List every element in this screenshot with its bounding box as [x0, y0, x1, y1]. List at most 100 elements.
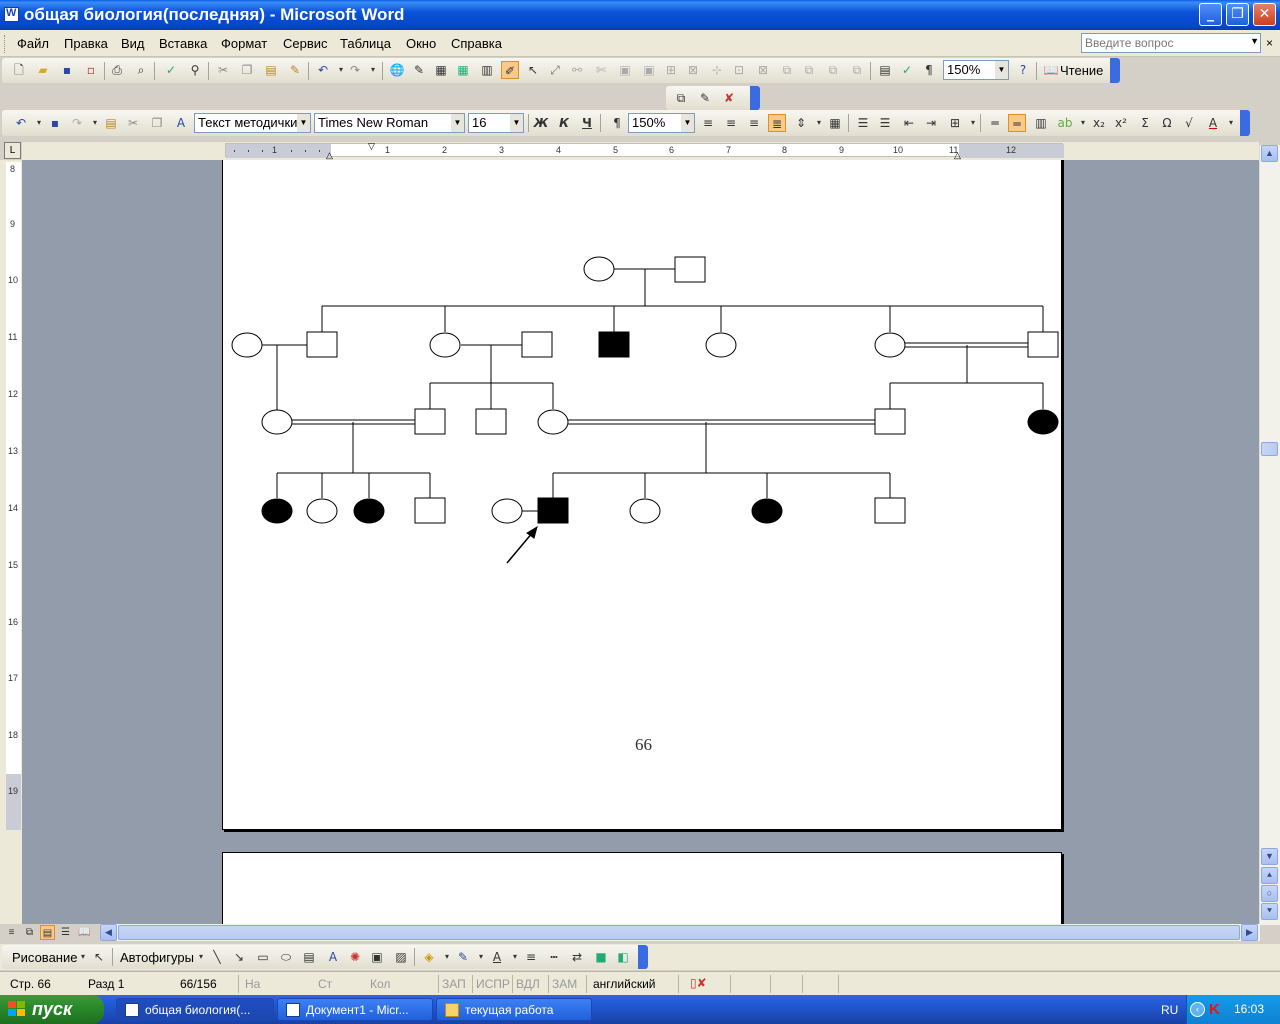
format-painter-icon[interactable]: ✎ [286, 61, 304, 79]
hyperlink-icon[interactable]: 🌐 [388, 61, 406, 79]
sum-icon[interactable]: Σ [1136, 114, 1154, 132]
columns-icon[interactable]: ▥ [478, 61, 496, 79]
rectangle-tool-icon[interactable]: ▭ [254, 948, 272, 966]
reading-view-icon[interactable]: 📖 [77, 925, 92, 940]
shape-tool-icon[interactable]: ✄ [592, 61, 610, 79]
line-weight-icon[interactable]: ═ [1008, 114, 1026, 132]
increase-indent-icon[interactable]: ⇥ [922, 114, 940, 132]
style-combo[interactable]: Текст методички ▼ [194, 113, 311, 133]
scroll-right-button[interactable]: ▶ [1241, 924, 1258, 941]
taskbar-item-word-active[interactable]: общая биология(... [116, 998, 274, 1021]
align-right-icon[interactable]: ≡ [745, 114, 763, 132]
autoshapes-menu-button[interactable]: Автофигуры [120, 950, 194, 965]
underline-button[interactable]: Ч [578, 114, 596, 132]
shape-tool-icon[interactable]: ⊡ [730, 61, 748, 79]
line-style-icon[interactable]: ≡ [522, 948, 540, 966]
document-area[interactable]: 66 [22, 160, 1259, 924]
chevron-down-icon[interactable]: ▾ [1222, 114, 1240, 132]
scroll-left-button[interactable]: ◀ [100, 924, 117, 941]
oval-tool-icon[interactable]: ⬭ [277, 948, 295, 966]
line-spacing-icon[interactable]: ⇕ [792, 114, 810, 132]
shape-tool-icon[interactable]: ⧉ [848, 61, 866, 79]
horizontal-scrollbar[interactable]: ◀ ▶ [100, 924, 1260, 941]
language-indicator[interactable]: RU [1161, 1003, 1178, 1017]
antivirus-icon[interactable]: K [1209, 1001, 1220, 1018]
line-color-icon[interactable]: ✎ [454, 948, 472, 966]
taskbar-item-folder[interactable]: текущая работа [436, 998, 592, 1021]
3d-style-icon[interactable]: ◧ [614, 948, 632, 966]
chevron-down-icon[interactable]: ▼ [297, 114, 310, 132]
font-color-icon[interactable]: A [1204, 114, 1222, 132]
fill-color-icon[interactable]: ◈ [420, 948, 438, 966]
save-icon[interactable]: ▪ [58, 61, 76, 79]
chevron-down-icon[interactable]: ▼ [451, 114, 464, 132]
line-style-icon[interactable]: ═ [986, 114, 1004, 132]
next-page[interactable] [222, 852, 1062, 924]
bullets-icon[interactable]: ☰ [876, 114, 894, 132]
status-ovr[interactable]: ЗАМ [552, 977, 577, 991]
page[interactable]: 66 [222, 160, 1062, 830]
shape-tool-icon[interactable]: ⧉ [778, 61, 796, 79]
columns-icon[interactable]: ▥ [1032, 114, 1050, 132]
font-color-icon[interactable]: A [488, 948, 506, 966]
font-size-combo[interactable]: 16 ▼ [468, 113, 524, 133]
zoom-combo[interactable]: 150% ▼ [943, 60, 1009, 80]
arrow-style-icon[interactable]: ⇄ [568, 948, 586, 966]
tables-borders-icon[interactable]: ✎ [410, 61, 428, 79]
scroll-up-button[interactable]: ▲ [1261, 145, 1278, 162]
menu-format[interactable]: Формат [221, 36, 267, 51]
spelling-icon[interactable]: ✓ [162, 61, 180, 79]
shape-tool-icon[interactable]: ▣ [640, 61, 658, 79]
menu-file[interactable]: Файл [17, 36, 49, 51]
copy-icon[interactable]: ❐ [238, 61, 256, 79]
toolbar-options-button[interactable] [750, 86, 760, 110]
zoom-combo[interactable]: 150% ▼ [628, 113, 695, 133]
cut-icon[interactable]: ✂ [214, 61, 232, 79]
drawing-icon[interactable]: ✐ [501, 61, 519, 79]
print-preview-icon[interactable]: ⌕ [132, 61, 150, 79]
close-button[interactable]: ✕ [1253, 3, 1276, 26]
research-icon[interactable]: ⚲ [186, 61, 204, 79]
shape-tool-icon[interactable]: ⊞ [662, 61, 680, 79]
text-box-icon[interactable]: ▤ [300, 948, 318, 966]
vertical-ruler[interactable]: 8 9 10 11 12 13 14 15 16 17 18 19 [6, 162, 21, 830]
help-icon[interactable]: ? [1014, 61, 1032, 79]
cut-icon[interactable]: ✂ [124, 114, 142, 132]
borders-icon[interactable]: ⊞ [946, 114, 964, 132]
chevron-down-icon[interactable]: ▼ [995, 61, 1008, 79]
select-objects-icon[interactable]: ↖ [90, 948, 108, 966]
print-layout-icon[interactable]: ▤ [40, 925, 55, 940]
drawing-menu-button[interactable]: Рисование [12, 950, 77, 965]
undo-icon[interactable]: ↶ [314, 61, 332, 79]
show-formatting-icon[interactable]: ¶ [920, 61, 938, 79]
shape-tool-icon[interactable]: ⧉ [800, 61, 818, 79]
chevron-down-icon[interactable]: ▼ [510, 114, 523, 132]
line-tool-icon[interactable]: ╲ [208, 948, 226, 966]
chevron-down-icon[interactable]: ▾ [364, 61, 382, 79]
redo-icon[interactable]: ↷ [346, 61, 364, 79]
menu-window[interactable]: Окно [406, 36, 436, 51]
align-center-icon[interactable]: ≡ [722, 114, 740, 132]
select-browse-object-button[interactable]: ○ [1261, 885, 1278, 902]
bold-button[interactable]: Ж [532, 114, 550, 132]
toolbar-options-button[interactable] [1110, 58, 1120, 83]
tab-selector[interactable]: L [4, 142, 21, 159]
highlight-icon[interactable]: ab [1056, 114, 1074, 132]
print-icon[interactable]: ⎙ [108, 61, 126, 79]
toolbar-icon[interactable]: ✘ [720, 89, 738, 107]
document-map-icon[interactable]: ▤ [876, 61, 894, 79]
start-button[interactable]: пуск [0, 995, 104, 1024]
ask-question-input[interactable]: Введите вопрос ▼ [1081, 33, 1261, 53]
normal-view-icon[interactable]: ≡ [4, 925, 19, 940]
status-language[interactable]: английский [593, 977, 655, 991]
shape-tool-icon[interactable]: ⊠ [754, 61, 772, 79]
numbering-icon[interactable]: ☰ [854, 114, 872, 132]
undo-icon[interactable]: ↶ [12, 114, 30, 132]
arrow-tool-icon[interactable]: ↘ [230, 948, 248, 966]
menu-edit[interactable]: Правка [64, 36, 108, 51]
shape-tool-icon[interactable]: ⚯ [568, 61, 586, 79]
menu-help[interactable]: Справка [451, 36, 502, 51]
previous-page-button[interactable]: ⯅ [1261, 867, 1278, 884]
status-trk[interactable]: ИСПР [476, 977, 510, 991]
clock[interactable]: 16:03 [1234, 1002, 1264, 1016]
